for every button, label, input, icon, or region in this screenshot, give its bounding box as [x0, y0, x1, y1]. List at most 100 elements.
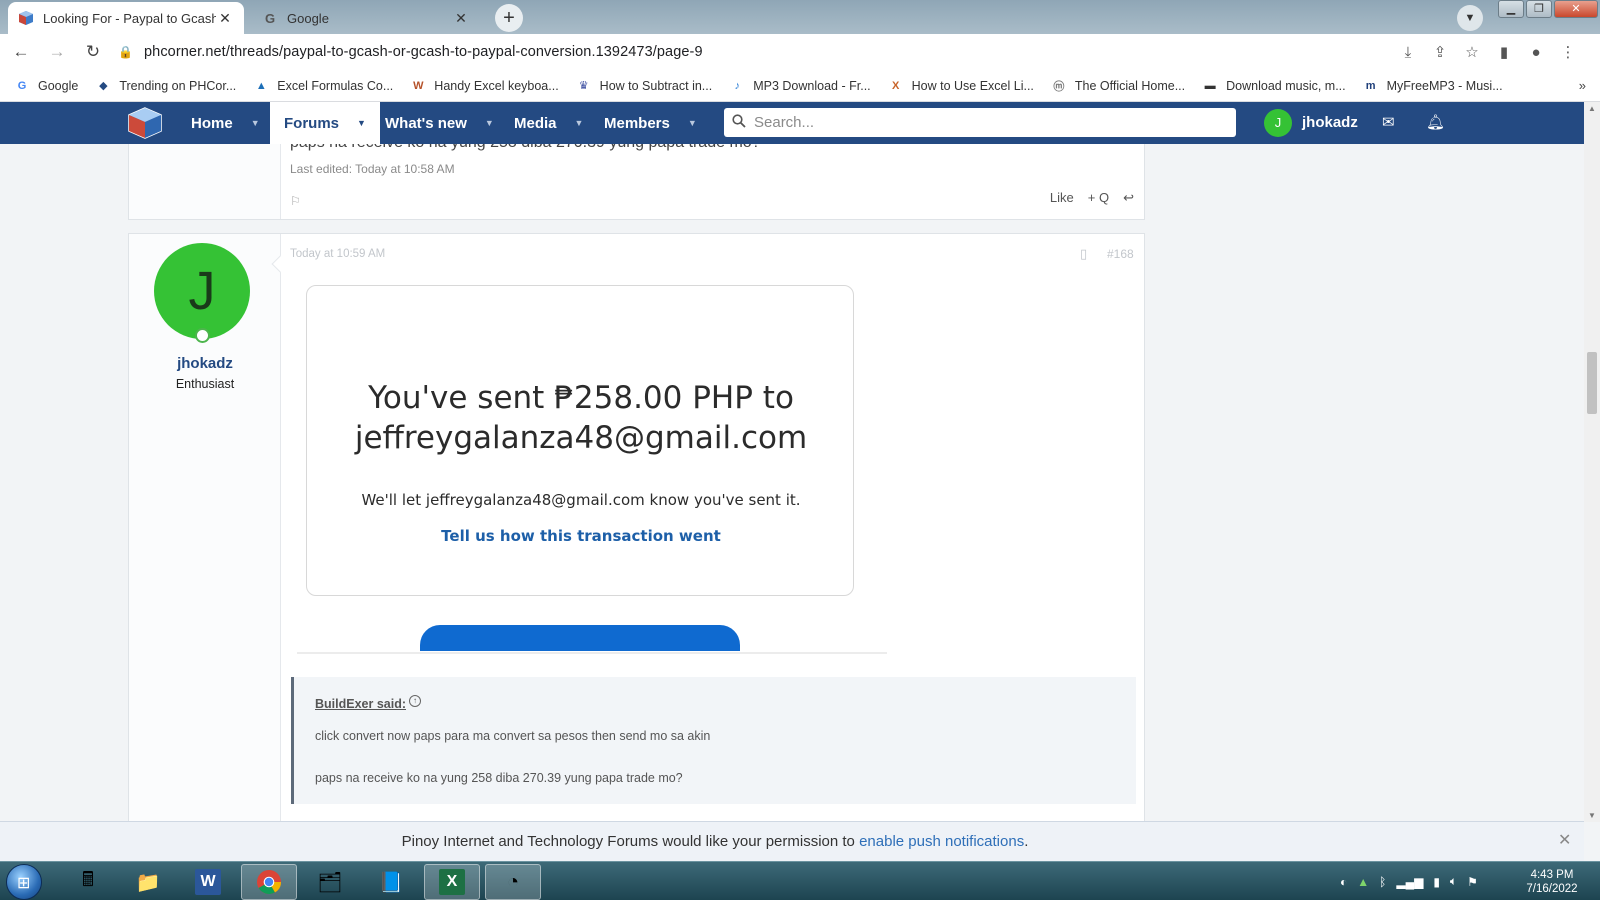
bookmark-item[interactable]: ♪ MP3 Download - Fr...: [729, 78, 870, 94]
chevron-down-icon[interactable]: ▼: [575, 118, 584, 128]
back-arrow-icon[interactable]: ←: [6, 42, 36, 62]
profile-icon[interactable]: ●: [1526, 44, 1546, 61]
tab-title: Looking For - Paypal to Gcash or: [43, 10, 216, 26]
quote-button[interactable]: + Q: [1088, 190, 1109, 206]
bookmark-item[interactable]: W Handy Excel keyboa...: [410, 78, 559, 94]
download-icon[interactable]: ⤓: [1398, 44, 1418, 61]
reply-icon[interactable]: ↩: [1123, 190, 1134, 206]
calculator-icon[interactable]: 🖩: [60, 864, 116, 900]
inbox-icon[interactable]: ✉: [1382, 102, 1395, 144]
post-date[interactable]: Today at 10:59 AM: [290, 248, 385, 260]
menu-dots-icon[interactable]: ⋮: [1558, 43, 1578, 61]
network-icon[interactable]: ▂▄▆: [1396, 875, 1423, 889]
bookmark-label: MP3 Download - Fr...: [753, 78, 871, 93]
tab-search-chevron-icon[interactable]: ▼: [1457, 5, 1483, 31]
search-input[interactable]: [754, 114, 1204, 131]
bluetooth-icon[interactable]: ᛒ: [1379, 875, 1386, 889]
post-user-pane: J jhokadz Enthusiast: [129, 234, 281, 822]
word-icon[interactable]: W: [180, 864, 236, 900]
chevron-down-icon[interactable]: ▼: [251, 118, 260, 128]
tray-app-icon[interactable]: ◐: [1340, 875, 1347, 889]
nav-forums[interactable]: Forums ▼: [270, 102, 380, 144]
quote-author-link[interactable]: BuildExer said:: [315, 697, 406, 711]
chevron-down-icon[interactable]: ▼: [688, 118, 697, 128]
restore-button[interactable]: ❐: [1526, 0, 1552, 18]
url-text[interactable]: phcorner.net/threads/paypal-to-gcash-or-…: [144, 44, 703, 60]
share-icon[interactable]: ⇪: [1430, 43, 1450, 61]
side-panel-icon[interactable]: ▮: [1494, 43, 1514, 61]
bookmark-label: Trending on PHCor...: [119, 78, 237, 93]
nav-whats-new[interactable]: What's new ▼: [385, 102, 494, 144]
bookmark-item[interactable]: ⓜ The Official Home...: [1051, 78, 1185, 94]
nav-username[interactable]: jhokadz: [1302, 102, 1358, 144]
nav-media-label: Media: [514, 114, 557, 132]
nav-media[interactable]: Media ▼: [514, 102, 583, 144]
transaction-feedback-link: Tell us how this transaction went: [441, 527, 721, 545]
tab-phcorner[interactable]: Looking For - Paypal to Gcash or ✕: [8, 2, 244, 34]
quote-line-1: click convert now paps para ma convert s…: [315, 729, 711, 743]
bookmark-icon[interactable]: ▯: [1080, 246, 1087, 262]
enable-push-link[interactable]: enable push notifications: [859, 833, 1024, 850]
nav-home[interactable]: Home ▼: [191, 102, 260, 144]
nav-avatar[interactable]: J: [1264, 109, 1292, 137]
bookmark-item[interactable]: m MyFreeMP3 - Musi...: [1363, 78, 1503, 94]
notepad-icon[interactable]: 📘: [363, 864, 419, 900]
close-tab-icon[interactable]: ✕: [452, 10, 470, 27]
bookmark-item[interactable]: ♛ How to Subtract in...: [576, 78, 713, 94]
site-search[interactable]: [724, 108, 1236, 137]
bookmark-label: Google: [38, 78, 79, 93]
chrome-icon[interactable]: [241, 864, 297, 900]
close-tab-icon[interactable]: ✕: [216, 10, 234, 27]
w-icon: W: [413, 79, 424, 92]
phcorner-logo-icon[interactable]: [127, 106, 163, 140]
star-icon[interactable]: ☆: [1462, 43, 1482, 61]
quote-jump-icon[interactable]: ↑: [409, 695, 421, 707]
volume-icon[interactable]: 🔈︎: [1450, 874, 1457, 889]
bookmarks-bar: G Google ◆ Trending on PHCor... ▲ Excel Formu…: [0, 70, 1600, 102]
bookmark-item[interactable]: ▬ Download music, m...: [1202, 78, 1346, 94]
minimize-button[interactable]: ▁: [1498, 0, 1524, 18]
new-tab-button[interactable]: +: [495, 4, 523, 32]
like-button[interactable]: Like: [1050, 190, 1074, 206]
nav-whats-new-label: What's new: [385, 114, 467, 132]
nav-members[interactable]: Members ▼: [604, 102, 697, 144]
chevron-down-icon[interactable]: ▼: [485, 118, 494, 128]
reload-icon[interactable]: ↻: [78, 42, 108, 62]
close-window-button[interactable]: ✕: [1554, 0, 1598, 18]
quote-block: BuildExer said: ↑ click convert now paps…: [291, 677, 1136, 804]
scroll-thumb[interactable]: [1587, 352, 1597, 414]
close-notice-icon[interactable]: ✕: [1558, 830, 1571, 850]
address-bar[interactable]: 🔒 phcorner.net/threads/paypal-to-gcash-o…: [110, 37, 1410, 67]
scroll-up-arrow-icon[interactable]: ▲: [1584, 104, 1600, 113]
clock[interactable]: 4:43 PM 7/16/2022: [1512, 868, 1592, 896]
folder-icon[interactable]: 📁: [120, 864, 176, 900]
toolbar-icons: ⤓ ⇪ ☆ ▮ ● ⋮: [1398, 34, 1578, 70]
bookmark-item[interactable]: G Google: [14, 78, 79, 94]
bookmark-item[interactable]: ◆ Trending on PHCor...: [95, 78, 236, 94]
m-icon: m: [1365, 79, 1376, 92]
flag-icon[interactable]: ⚑: [1467, 875, 1478, 889]
bookmarks-overflow-icon[interactable]: »: [1579, 78, 1586, 93]
bell-icon[interactable]: 🔔︎: [1426, 102, 1445, 144]
battery-icon[interactable]: ▮: [1433, 875, 1440, 889]
report-flag-icon[interactable]: ⚐: [290, 194, 301, 208]
payment-title: You've sent ₱258.00 PHP to jeffreygalanz…: [307, 378, 855, 458]
scroll-down-arrow-icon[interactable]: ▼: [1584, 811, 1600, 820]
explorer-icon[interactable]: 🗂: [302, 864, 358, 900]
bookmark-label: Download music, m...: [1226, 78, 1346, 93]
chevron-down-icon[interactable]: ▼: [357, 118, 366, 128]
tab-google[interactable]: G Google ✕: [252, 2, 480, 34]
page-scrollbar[interactable]: ▲ ▼: [1584, 102, 1600, 822]
bookmark-item[interactable]: ▲ Excel Formulas Co...: [253, 78, 393, 94]
excel-icon: ▲: [255, 79, 267, 92]
forward-arrow-icon[interactable]: →: [42, 42, 72, 62]
post-number[interactable]: #168: [1107, 247, 1134, 261]
post-username[interactable]: jhokadz: [129, 355, 281, 372]
excel-icon[interactable]: X: [424, 864, 480, 900]
bookmark-item[interactable]: X How to Use Excel Li...: [888, 78, 1034, 94]
app-icon[interactable]: ◔: [485, 864, 541, 900]
bookmark-label: The Official Home...: [1074, 78, 1186, 93]
start-button[interactable]: ⊞: [6, 864, 42, 900]
avatar[interactable]: J: [154, 243, 250, 339]
drive-icon[interactable]: ▲: [1357, 875, 1369, 889]
